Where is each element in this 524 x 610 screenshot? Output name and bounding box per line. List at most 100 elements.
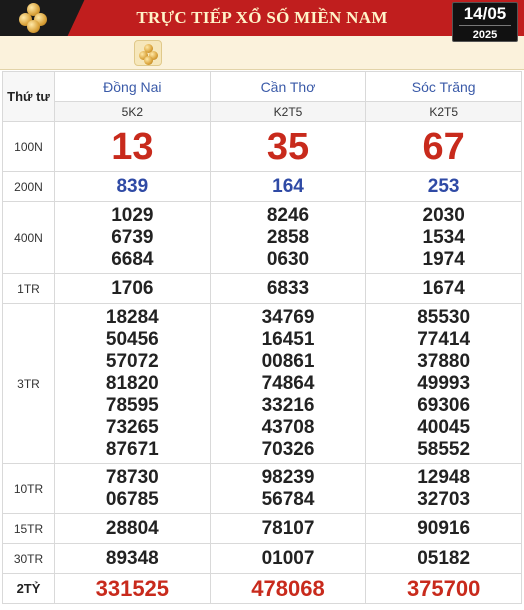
prize-cell: 1674 — [365, 273, 522, 304]
prize-number: 16451 — [261, 328, 315, 350]
prize-number: 89348 — [105, 547, 159, 569]
prize-number: 37880 — [417, 350, 471, 372]
prize-number: 1029 — [111, 204, 154, 226]
prize-number: 331525 — [95, 575, 170, 601]
prize-row: 1TR 1706 6833 1674 — [2, 273, 522, 304]
prize-row: 100N 13 35 67 — [2, 121, 522, 172]
prize-cell: 839 — [54, 171, 211, 202]
prize-number: 58552 — [417, 438, 471, 460]
prize-number: 70326 — [261, 438, 315, 460]
prize-label: 3TR — [2, 303, 55, 464]
prize-number: 43708 — [261, 416, 315, 438]
prize-number: 87671 — [105, 438, 159, 460]
prize-cell: 67 — [365, 121, 522, 172]
prize-number: 6684 — [111, 248, 154, 270]
ticket-code: K2T5 — [365, 101, 522, 122]
lottery-balls-icon — [18, 3, 50, 33]
prize-cell: 85530 77414 37880 49993 69306 40045 58552 — [365, 303, 522, 464]
prize-label: 15TR — [2, 513, 55, 544]
prize-cell: 78730 06785 — [54, 463, 211, 514]
prize-cell: 05182 — [365, 543, 522, 574]
code-row: 5K2 K2T5 K2T5 — [3, 101, 522, 122]
prize-number: 33216 — [261, 394, 315, 416]
prize-cell: 1706 — [54, 273, 211, 304]
prize-cell: 13 — [54, 121, 211, 172]
prize-number: 1974 — [422, 248, 465, 270]
prize-number: 78730 — [105, 466, 159, 488]
province-row: Thứ tư Đồng Nai Cần Thơ Sóc Trăng — [2, 71, 522, 122]
date-badge: 14/05 2025 — [452, 2, 518, 42]
prize-number: 50456 — [105, 328, 159, 350]
province-name[interactable]: Đồng Nai — [54, 71, 211, 102]
prize-cell: 1029 6739 6684 — [54, 201, 211, 274]
prize-row: 10TR 78730 06785 98239 56784 12948 32703 — [2, 463, 522, 514]
ticket-code: K2T5 — [209, 101, 367, 122]
prize-cell: 2030 1534 1974 — [365, 201, 522, 274]
prize-row: 30TR 89348 01007 05182 — [2, 543, 522, 574]
prize-number: 6739 — [111, 226, 154, 248]
prize-cell: 89348 — [54, 543, 211, 574]
lottery-balls-icon[interactable] — [134, 40, 162, 66]
date-day: 14/05 — [463, 4, 507, 23]
prize-cell: 98239 56784 — [209, 463, 367, 514]
province-name[interactable]: Cần Thơ — [209, 71, 367, 102]
prize-number: 56784 — [261, 488, 315, 510]
prize-number: 73265 — [105, 416, 159, 438]
prize-number: 05182 — [417, 547, 471, 569]
header-banner: TRỰC TIẾP XỔ SỐ MIỀN NAM — [0, 0, 524, 36]
prize-number: 28804 — [105, 517, 159, 539]
prize-label: 1TR — [2, 273, 55, 304]
prize-number: 78595 — [105, 394, 159, 416]
prize-number: 2030 — [422, 204, 465, 226]
prize-cell: 478068 — [209, 573, 367, 604]
ticket-code: 5K2 — [54, 101, 211, 122]
prize-number: 253 — [427, 175, 460, 197]
prize-label: 30TR — [2, 543, 55, 574]
prize-number: 40045 — [417, 416, 471, 438]
page-title: TRỰC TIẾP XỔ SỐ MIỀN NAM — [136, 8, 388, 27]
prize-number: 90916 — [417, 517, 471, 539]
prize-number: 98239 — [261, 466, 315, 488]
prize-cell: 18284 50456 57072 81820 78595 73265 87671 — [54, 303, 211, 464]
prize-number: 6833 — [266, 277, 310, 299]
prize-cell: 253 — [365, 171, 522, 202]
prize-number: 78107 — [261, 517, 315, 539]
prize-row: 400N 1029 6739 6684 8246 2858 0630 2030 1534 1974 — [2, 201, 522, 274]
prize-cell: 78107 — [209, 513, 367, 544]
prize-cell: 164 — [209, 171, 367, 202]
prize-label: 10TR — [2, 463, 55, 514]
prize-cell: 34769 16451 00861 74864 33216 43708 70326 — [209, 303, 367, 464]
prize-cell: 35 — [209, 121, 367, 172]
prize-number: 69306 — [417, 394, 471, 416]
prize-number: 1534 — [422, 226, 465, 248]
prize-number: 18284 — [105, 306, 159, 328]
prize-row: 15TR 28804 78107 90916 — [2, 513, 522, 544]
prize-label: 100N — [2, 121, 55, 172]
prize-cell: 90916 — [365, 513, 522, 544]
prize-number: 0630 — [266, 248, 310, 270]
prize-cell: 6833 — [209, 273, 367, 304]
prize-number: 06785 — [105, 488, 159, 510]
prize-number: 8246 — [266, 204, 310, 226]
prize-number: 00861 — [261, 350, 315, 372]
prize-cell: 01007 — [209, 543, 367, 574]
prize-number: 85530 — [417, 306, 471, 328]
prize-number: 67 — [422, 125, 465, 168]
province-name[interactable]: Sóc Trăng — [365, 71, 522, 102]
prize-cell: 28804 — [54, 513, 211, 544]
day-label: Thứ tư — [2, 71, 55, 122]
prize-number: 839 — [116, 175, 149, 197]
prize-label: 200N — [2, 171, 55, 202]
prize-number: 01007 — [261, 547, 315, 569]
prize-label: 400N — [2, 201, 55, 274]
results-table: Thứ tư Đồng Nai Cần Thơ Sóc Trăng 5K2 K2… — [2, 71, 522, 604]
prize-label: 2TỶ — [2, 573, 55, 604]
prize-number: 12948 — [417, 466, 471, 488]
prize-cell: 331525 — [54, 573, 211, 604]
prize-number: 35 — [266, 125, 310, 168]
sub-toolbar — [0, 36, 524, 70]
prize-cell: 12948 32703 — [365, 463, 522, 514]
prize-number: 2858 — [266, 226, 310, 248]
prize-cell: 8246 2858 0630 — [209, 201, 367, 274]
prize-row: 3TR 18284 50456 57072 81820 78595 73265 87671 34… — [2, 303, 522, 464]
